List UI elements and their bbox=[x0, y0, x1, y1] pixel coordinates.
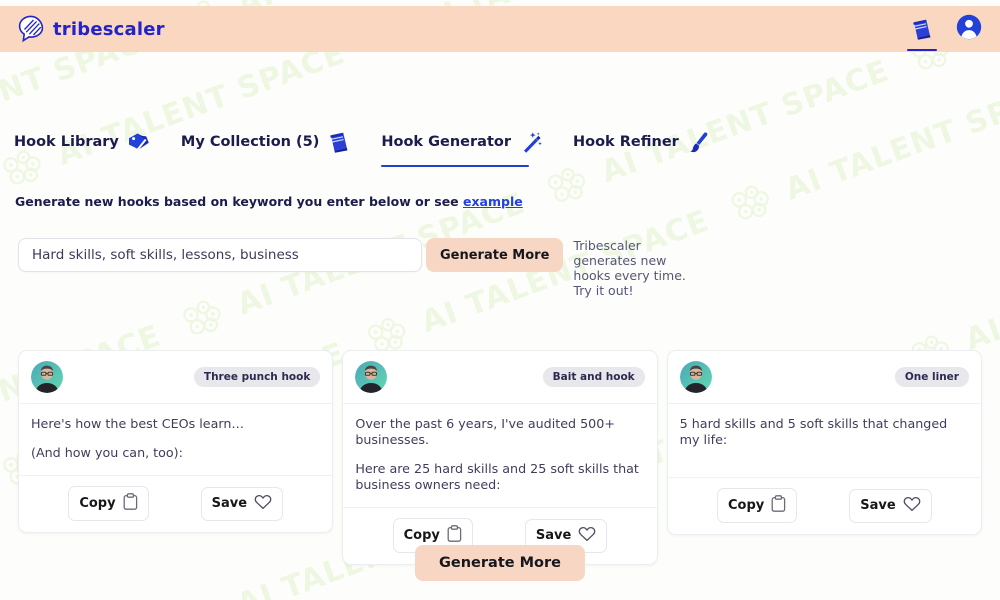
brain-icon bbox=[178, 594, 230, 600]
hook-line: 5 hard skills and 5 soft skills that cha… bbox=[679, 416, 948, 447]
hook-card: Three punch hook Here's how the best CEO… bbox=[18, 350, 334, 533]
brain-icon bbox=[178, 294, 230, 342]
header-actions bbox=[907, 14, 982, 51]
account-icon[interactable] bbox=[956, 14, 982, 44]
card-header: One liner bbox=[667, 351, 981, 404]
brain-icon bbox=[726, 179, 778, 227]
card-body: 5 hard skills and 5 soft skills that cha… bbox=[667, 404, 981, 478]
status-badge: Bait and hook bbox=[542, 367, 645, 387]
example-link[interactable]: example bbox=[463, 194, 523, 209]
copy-button[interactable]: Copy bbox=[716, 488, 798, 523]
tab-active-underline bbox=[381, 164, 530, 167]
tag-icon bbox=[127, 131, 153, 153]
watermark-text: AI TALENT SPACE bbox=[596, 52, 894, 190]
status-badge: One liner bbox=[894, 367, 969, 387]
avatar bbox=[31, 361, 63, 393]
status-badge: Three punch hook bbox=[193, 367, 321, 387]
generator-hint: Tribescaler generates new hooks every ti… bbox=[573, 238, 686, 298]
card-header: Bait and hook bbox=[343, 351, 657, 404]
tab-label: My Collection (5) bbox=[180, 134, 320, 150]
main-tabs: Hook Library My Collection (5) Hook Gene… bbox=[14, 131, 741, 167]
tab-label: Hook Generator bbox=[381, 134, 511, 150]
save-button[interactable]: Save bbox=[200, 486, 284, 521]
app-page: AI TALENT SPACEAI TALENT SPACEAI TALENT … bbox=[0, 0, 1000, 600]
speech-bubble-logo-icon bbox=[18, 15, 44, 43]
clipboard-icon bbox=[447, 525, 462, 546]
brand-name: tribescaler bbox=[53, 18, 165, 40]
subtitle-text: Generate new hooks based on keyword you … bbox=[15, 194, 463, 209]
copy-label: Copy bbox=[79, 496, 116, 511]
tab-label: Hook Refiner bbox=[573, 134, 679, 150]
save-label: Save bbox=[535, 528, 572, 543]
book-icon bbox=[327, 131, 353, 153]
brand[interactable]: tribescaler bbox=[18, 15, 165, 43]
paintbrush-icon bbox=[687, 131, 713, 153]
generate-more-button-bottom[interactable]: Generate More bbox=[414, 545, 586, 581]
card-header: Three punch hook bbox=[19, 351, 333, 404]
card-actions: Copy Save bbox=[19, 476, 332, 532]
save-button[interactable]: Save bbox=[849, 488, 932, 523]
copy-label: Copy bbox=[403, 528, 440, 543]
watermark-text: AI TALENT SPACE bbox=[780, 70, 1000, 208]
library-icon[interactable] bbox=[907, 18, 937, 51]
generator-subtitle: Generate new hooks based on keyword you … bbox=[15, 194, 523, 209]
tab-hook-generator[interactable]: Hook Generator bbox=[381, 131, 561, 167]
heart-icon bbox=[254, 494, 272, 514]
save-label: Save bbox=[211, 496, 248, 511]
heart-icon bbox=[903, 496, 921, 516]
card-actions: Copy Save bbox=[668, 478, 981, 534]
tab-hook-library[interactable]: Hook Library bbox=[14, 131, 169, 167]
generator-controls: Generate More Tribescaler generates new … bbox=[18, 238, 693, 298]
hook-card: One liner 5 hard skills and 5 soft skill… bbox=[666, 350, 982, 535]
brain-icon bbox=[542, 162, 594, 210]
tab-label: Hook Library bbox=[14, 134, 119, 150]
avatar bbox=[679, 361, 712, 393]
save-label: Save bbox=[860, 498, 896, 513]
hook-line: Over the past 6 years, I've audited 500+… bbox=[355, 416, 615, 447]
active-indicator bbox=[907, 48, 937, 51]
watermark-text: AI TALENT SPACE bbox=[960, 220, 1000, 358]
hook-card: Bait and hook Over the past 6 years, I'v… bbox=[342, 350, 658, 565]
hook-line: Here are 25 hard skills and 25 soft skil… bbox=[355, 461, 639, 492]
hook-line: Here's how the best CEOs learn… bbox=[31, 416, 245, 431]
avatar bbox=[355, 361, 388, 393]
card-body: Here's how the best CEOs learn… (And how… bbox=[19, 404, 333, 476]
magic-wand-icon bbox=[519, 131, 545, 153]
clipboard-icon bbox=[123, 493, 138, 514]
app-header: tribescaler bbox=[0, 6, 1000, 52]
copy-label: Copy bbox=[727, 498, 765, 513]
copy-button[interactable]: Copy bbox=[68, 486, 149, 521]
heart-icon bbox=[578, 526, 596, 546]
keyword-input[interactable] bbox=[18, 238, 422, 272]
tab-my-collection[interactable]: My Collection (5) bbox=[181, 131, 369, 167]
card-body: Over the past 6 years, I've audited 500+… bbox=[343, 404, 657, 508]
generate-more-button-top[interactable]: Generate More bbox=[426, 238, 564, 272]
clipboard-icon bbox=[771, 495, 786, 516]
tab-hook-refiner[interactable]: Hook Refiner bbox=[573, 131, 729, 167]
hook-line: (And how you can, too): bbox=[31, 445, 183, 460]
hook-card-list: Three punch hook Here's how the best CEO… bbox=[18, 350, 982, 565]
